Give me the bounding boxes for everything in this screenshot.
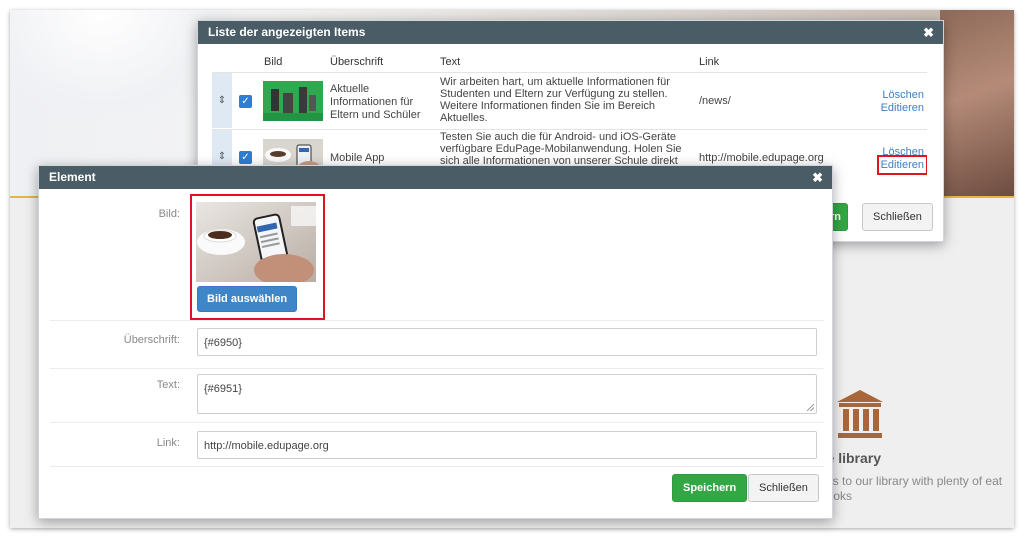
list-close-button[interactable]: Schließen — [862, 203, 933, 231]
hero-hand-graphic — [940, 10, 1014, 196]
close-button[interactable]: Schließen — [748, 474, 819, 502]
text-row: Text: {#6951} — [50, 368, 824, 422]
row-heading: Mobile App — [330, 152, 385, 164]
row-text: Wir arbeiten hart, um aktuelle Informati… — [440, 76, 670, 124]
text-textarea[interactable]: {#6951} — [197, 374, 817, 414]
drag-handle-icon[interactable]: ⇕ — [212, 73, 232, 128]
items-list-dialog-title: Liste der angezeigten Items — [208, 25, 366, 39]
column-header-text: Text — [440, 56, 461, 68]
link-label: Link: — [156, 437, 180, 449]
coffee-phone-image — [196, 202, 316, 282]
text-textarea-value: {#6951} — [204, 383, 242, 395]
close-icon[interactable]: ✖ — [923, 21, 934, 44]
close-icon[interactable]: ✖ — [812, 166, 823, 189]
edit-link[interactable]: Editieren — [881, 102, 924, 114]
delete-link[interactable]: Löschen — [882, 89, 924, 101]
resize-grip-icon[interactable] — [807, 404, 814, 411]
library-text: ess to our library with plenty of eat bo… — [820, 474, 1003, 503]
select-image-button[interactable]: Bild auswählen — [197, 286, 298, 312]
edit-link-highlighted[interactable]: Editieren — [876, 155, 927, 175]
row-link: /news/ — [699, 95, 731, 107]
text-label: Text: — [156, 379, 180, 391]
footer-divider — [50, 466, 824, 467]
column-header-image: Bild — [264, 56, 283, 68]
column-header-heading: Überschrift — [330, 56, 384, 68]
checkbox-checked-icon[interactable]: ✓ — [239, 95, 252, 108]
delete-link[interactable]: Löschen — [882, 146, 924, 158]
heading-row: Überschrift: {#6950} — [50, 320, 824, 368]
checkbox-checked-icon[interactable]: ✓ — [239, 151, 252, 164]
element-image-preview — [196, 202, 316, 282]
items-list-dialog-header: Liste der angezeigten Items ✖ — [198, 21, 943, 44]
row-thumbnail — [263, 81, 323, 121]
heading-input[interactable]: {#6950} — [197, 328, 817, 356]
link-input[interactable]: http://mobile.edupage.org — [197, 431, 817, 459]
library-building-icon — [837, 390, 883, 438]
image-label: Bild: — [158, 208, 180, 220]
news-thumbnail-image — [263, 81, 323, 121]
table-row[interactable]: ⇕ ✓ Aktuelle Informationen für Eltern un… — [212, 72, 927, 128]
heading-label: Überschrift: — [123, 334, 180, 346]
row-text: Testen Sie auch die für Android- und iOS… — [440, 131, 682, 167]
row-heading: Aktuelle Informationen für Eltern und Sc… — [330, 83, 421, 121]
row-link: http://mobile.edupage.org — [699, 152, 824, 164]
save-button[interactable]: Speichern — [672, 474, 748, 502]
column-header-link: Link — [699, 56, 720, 68]
element-edit-dialog: Element ✖ Bild: Bild auswählen Überschri… — [38, 165, 833, 519]
element-dialog-header: Element ✖ — [39, 166, 832, 189]
link-row: Link: http://mobile.edupage.org — [50, 422, 824, 466]
element-dialog-title: Element — [49, 170, 96, 184]
